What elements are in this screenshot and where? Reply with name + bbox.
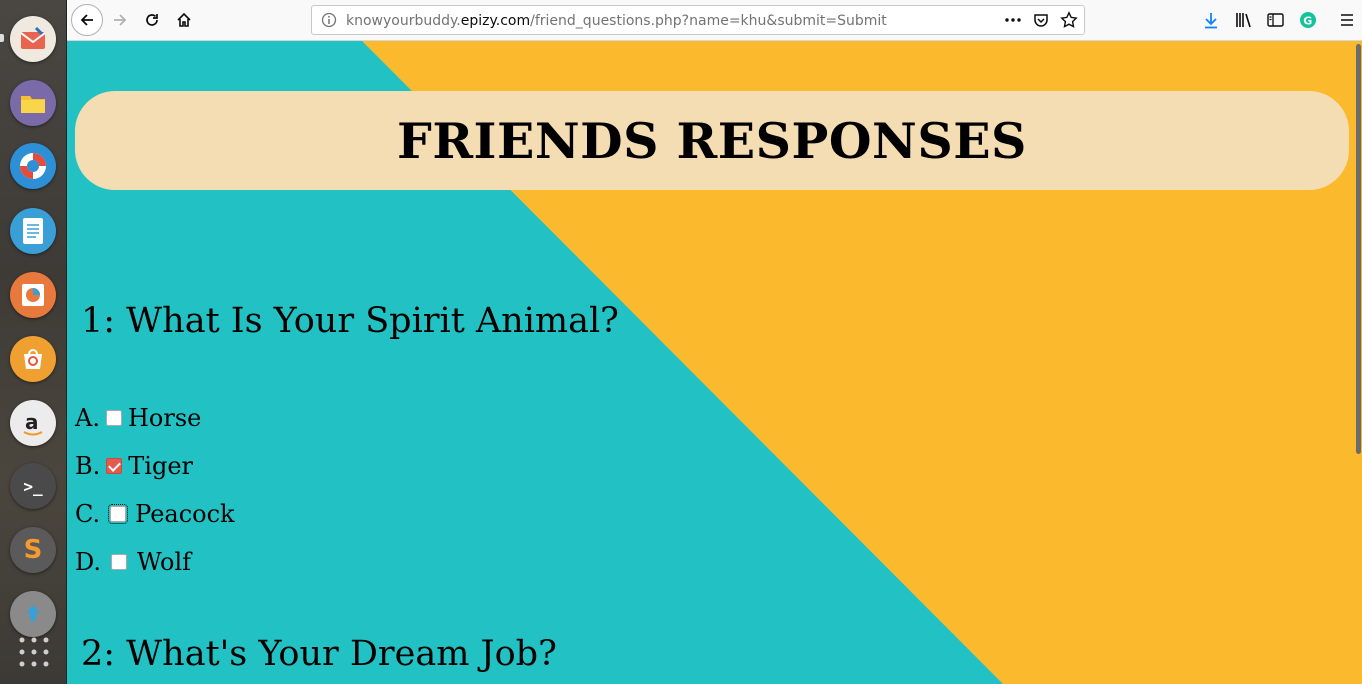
files-icon[interactable] [10, 80, 56, 126]
option-b: B. Tiger [75, 451, 193, 481]
checkbox-tiger[interactable] [106, 458, 123, 474]
option-letter: A. [75, 404, 100, 432]
option-label: Tiger [128, 452, 193, 480]
software-center-icon[interactable] [10, 336, 56, 382]
scrollbar-thumb[interactable] [1356, 44, 1361, 454]
forward-arrow-icon[interactable] [105, 5, 135, 35]
url-text: knowyourbuddy.epizy.com/friend_questions… [346, 13, 887, 29]
text-editor-icon[interactable] [10, 208, 56, 254]
launcher-dock: a >_ S [0, 0, 67, 684]
question-1-label: 1: What Is Your Spirit Animal? [81, 301, 619, 341]
pocket-icon[interactable] [1033, 12, 1049, 32]
svg-text:G: G [1303, 14, 1312, 27]
grammarly-icon[interactable]: G [1299, 11, 1317, 33]
reload-icon[interactable] [137, 5, 167, 35]
page-actions-icon[interactable] [1004, 12, 1022, 32]
library-icon[interactable] [1235, 12, 1253, 32]
hamburger-menu-icon[interactable] [1339, 12, 1355, 32]
browser-toolbar: knowyourbuddy.epizy.com/friend_questions… [67, 0, 1362, 41]
back-arrow-icon[interactable] [71, 4, 103, 36]
checkbox-wolf[interactable] [111, 554, 128, 570]
site-info-icon[interactable] [321, 12, 337, 32]
option-letter: B. [75, 452, 101, 480]
update-manager-icon[interactable] [10, 591, 56, 637]
page-title: FRIENDS RESPONSES [397, 111, 1027, 170]
checkbox-peacock[interactable] [108, 504, 129, 524]
home-icon[interactable] [169, 5, 199, 35]
url-bar[interactable]: knowyourbuddy.epizy.com/friend_questions… [311, 5, 1085, 35]
question-2-label: 2: What's Your Dream Job? [81, 634, 557, 674]
active-app-marker [0, 34, 4, 42]
option-a: A. Horse [75, 403, 201, 433]
title-banner: FRIENDS RESPONSES [75, 91, 1349, 190]
bookmark-star-icon[interactable] [1060, 11, 1078, 33]
sublime-glyph: S [23, 535, 43, 565]
terminal-glyph: >_ [23, 476, 43, 496]
option-letter: D. [75, 548, 102, 576]
amazon-icon[interactable]: a [10, 400, 56, 446]
option-letter: C. [75, 500, 101, 528]
download-icon[interactable] [1203, 12, 1219, 33]
sidebar-icon[interactable] [1267, 12, 1284, 32]
checkbox-horse[interactable] [105, 410, 122, 426]
terminal-icon[interactable]: >_ [10, 463, 56, 509]
help-lifebuoy-icon[interactable] [10, 143, 56, 189]
option-label: Horse [127, 404, 202, 432]
web-page: FRIENDS RESPONSES 1: What Is Your Spirit… [67, 41, 1362, 684]
impress-icon[interactable] [10, 272, 56, 318]
sublime-text-icon[interactable]: S [10, 527, 56, 573]
option-label: Wolf [137, 548, 192, 576]
option-c: C. Peacock [75, 499, 235, 529]
option-label: Peacock [135, 500, 235, 528]
svg-text:a: a [25, 410, 39, 434]
mail-app-icon[interactable] [10, 16, 56, 62]
page-scrollbar[interactable] [1354, 41, 1362, 684]
option-d: D. Wolf [75, 547, 191, 577]
app-grid-icon[interactable] [14, 632, 54, 672]
